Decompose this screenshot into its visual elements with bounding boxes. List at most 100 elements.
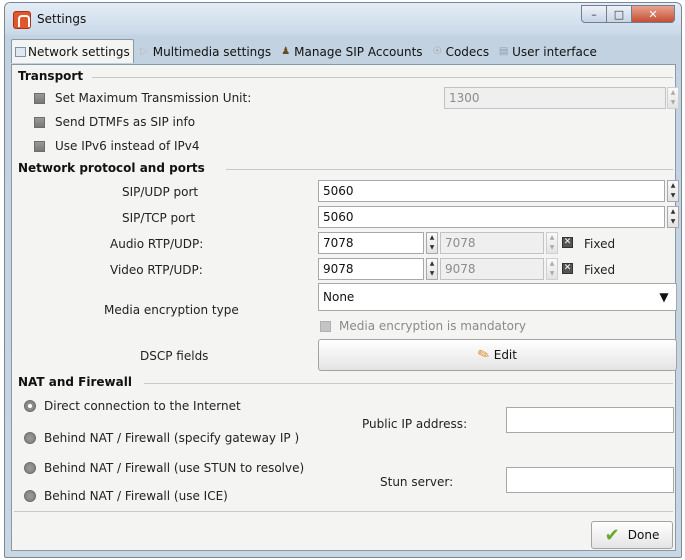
close-button[interactable]: ✕ [631, 5, 675, 23]
video-rtp-max-spinner[interactable]: ▲ ▼ [546, 258, 558, 280]
spin-down-icon: ▼ [670, 192, 676, 199]
encryption-mandatory-label: Media encryption is mandatory [339, 319, 526, 333]
mtu-field[interactable]: 1300 [444, 87, 666, 109]
tab-network-settings[interactable]: Network settings [11, 39, 134, 63]
nat-option-stun[interactable]: Behind NAT / Firewall (use STUN to resol… [24, 459, 304, 477]
tab-label: Manage SIP Accounts [294, 45, 423, 59]
network-settings-panel: Transport Set Maximum Transmission Unit:… [11, 64, 679, 551]
stun-server-label: Stun server: [380, 475, 454, 489]
close-icon: ✕ [648, 7, 658, 21]
nat-option-label: Behind NAT / Firewall (specify gateway I… [44, 431, 300, 445]
tab-multimedia-settings[interactable]: ▷ Multimedia settings [134, 41, 275, 63]
audio-fixed-checkbox[interactable]: ✕ [562, 237, 573, 248]
spin-down-icon: ▼ [670, 99, 676, 106]
maximize-icon: □ [613, 7, 625, 21]
tab-bar: Network settings ▷ Multimedia settings ♟… [11, 39, 675, 63]
dscp-edit-button[interactable]: ✎ Edit [318, 339, 677, 371]
sip-tcp-port-field[interactable]: 5060 [318, 206, 665, 228]
dtmf-label: Send DTMFs as SIP info [55, 115, 196, 129]
dscp-label: DSCP fields [140, 349, 209, 363]
tab-manage-sip-accounts[interactable]: ♟ Manage SIP Accounts [275, 41, 426, 63]
spin-up-icon: ▲ [429, 234, 435, 241]
encryption-mandatory-checkbox[interactable] [320, 320, 331, 332]
title-bar: Settings – □ ✕ [5, 3, 681, 35]
maximize-button[interactable]: □ [606, 5, 632, 23]
encryption-type-select[interactable]: None ▼ [318, 283, 677, 311]
window-controls: – □ ✕ [581, 5, 675, 23]
footer-divider [14, 511, 673, 512]
window-title: Settings [37, 12, 87, 26]
tab-codecs[interactable]: ☉ Codecs [427, 41, 494, 63]
spin-down-icon: ▼ [429, 270, 435, 277]
pencil-icon: ✎ [475, 345, 493, 365]
tab-label: Network settings [28, 44, 130, 59]
tab-user-interface[interactable]: ▤ User interface [493, 41, 601, 63]
done-label: Done [627, 528, 660, 542]
nat-section-title: NAT and Firewall [18, 375, 132, 389]
nat-option-direct[interactable]: Direct connection to the Internet [24, 397, 241, 415]
spin-up-icon: ▲ [670, 208, 676, 215]
dtmf-checkbox-row[interactable]: Send DTMFs as SIP info [34, 113, 195, 131]
dtmf-checkbox[interactable] [34, 116, 45, 128]
public-ip-field[interactable] [506, 407, 674, 433]
tab-label: Multimedia settings [152, 45, 272, 59]
chevron-down-icon: ▼ [659, 290, 669, 304]
video-rtp-min-spinner[interactable]: ▲ ▼ [426, 258, 438, 280]
section-divider [144, 383, 673, 384]
sip-tcp-label: SIP/TCP port [122, 211, 196, 225]
tab-label: Codecs [445, 45, 490, 59]
spin-up-icon: ▲ [549, 260, 555, 267]
spin-down-icon: ▼ [549, 270, 555, 277]
nat-option-gateway[interactable]: Behind NAT / Firewall (specify gateway I… [24, 429, 299, 447]
audio-rtp-max-field[interactable]: 7078 [440, 232, 544, 254]
video-rtp-label: Video RTP/UDP: [110, 263, 203, 277]
audio-rtp-label: Audio RTP/UDP: [110, 237, 204, 251]
mtu-spinner[interactable]: ▲ ▼ [667, 87, 679, 109]
mtu-checkbox-row[interactable]: Set Maximum Transmission Unit: [34, 89, 251, 107]
video-fixed-checkbox[interactable]: ✕ [562, 263, 573, 274]
audio-rtp-min-spinner[interactable]: ▲ ▼ [426, 232, 438, 254]
sip-udp-spinner[interactable]: ▲ ▼ [667, 180, 679, 202]
encryption-mandatory-row[interactable]: Media encryption is mandatory [320, 317, 526, 335]
stun-server-field[interactable] [506, 467, 674, 493]
video-fixed-label: Fixed [584, 263, 616, 277]
encryption-type-label: Media encryption type [104, 303, 239, 317]
ipv6-checkbox[interactable] [34, 140, 45, 152]
sip-udp-port-field[interactable]: 5060 [318, 180, 665, 202]
minimize-button[interactable]: – [581, 5, 607, 23]
ipv6-label: Use IPv6 instead of IPv4 [55, 139, 200, 153]
audio-rtp-min-field[interactable]: 7078 [318, 232, 424, 254]
ipv6-checkbox-row[interactable]: Use IPv6 instead of IPv4 [34, 137, 200, 155]
sip-udp-label: SIP/UDP port [122, 185, 199, 199]
section-divider [92, 77, 673, 78]
video-rtp-max-field[interactable]: 9078 [440, 258, 544, 280]
encryption-type-value: None [323, 290, 355, 304]
spin-up-icon: ▲ [670, 182, 676, 189]
spin-up-icon: ▲ [670, 89, 676, 96]
spin-down-icon: ▼ [549, 244, 555, 251]
edit-label: Edit [493, 348, 517, 362]
checkmark-icon: ✔ [604, 524, 620, 546]
public-ip-label: Public IP address: [362, 417, 468, 431]
done-button[interactable]: ✔ Done [591, 521, 673, 549]
nat-option-ice[interactable]: Behind NAT / Firewall (use ICE) [24, 487, 228, 505]
ui-icon: ▤ [498, 46, 509, 57]
sip-tcp-spinner[interactable]: ▲ ▼ [667, 206, 679, 228]
radio-ice[interactable] [24, 490, 36, 502]
network-icon [15, 46, 26, 57]
radio-direct[interactable] [24, 400, 36, 412]
mtu-label: Set Maximum Transmission Unit: [55, 91, 252, 105]
radio-gateway[interactable] [24, 432, 36, 444]
spin-up-icon: ▲ [429, 260, 435, 267]
audio-rtp-max-spinner[interactable]: ▲ ▼ [546, 232, 558, 254]
play-icon: ▷ [140, 46, 149, 57]
nat-option-label: Behind NAT / Firewall (use ICE) [44, 489, 228, 503]
codec-icon: ☉ [432, 46, 442, 57]
tab-label: User interface [512, 45, 597, 59]
radio-stun[interactable] [24, 462, 36, 474]
audio-fixed-label: Fixed [584, 237, 616, 251]
settings-window: Settings – □ ✕ Network settings ▷ Multim… [4, 2, 682, 558]
mtu-checkbox[interactable] [34, 92, 45, 104]
spin-up-icon: ▲ [549, 234, 555, 241]
video-rtp-min-field[interactable]: 9078 [318, 258, 424, 280]
